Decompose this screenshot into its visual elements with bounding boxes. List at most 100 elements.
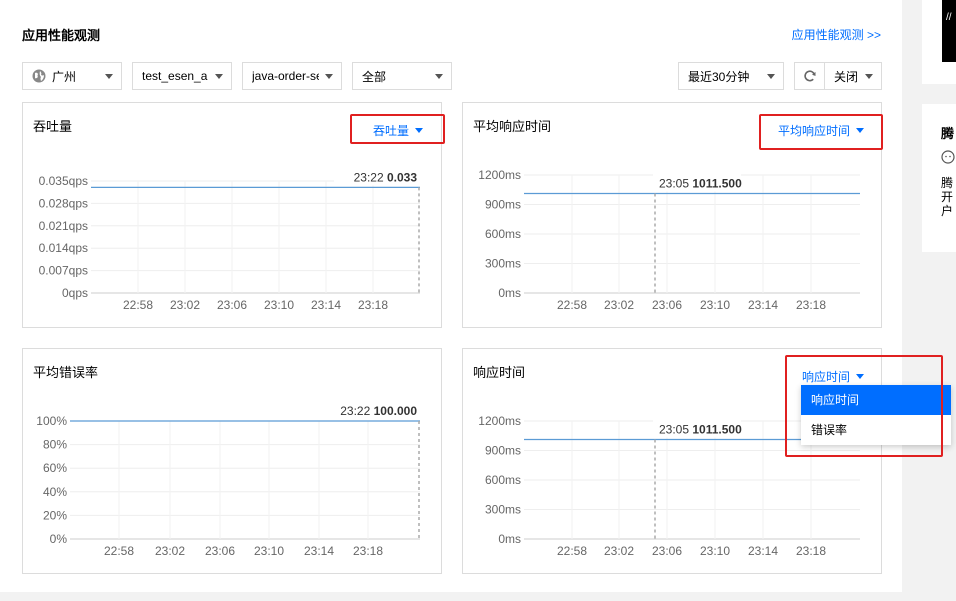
chevron-down-icon <box>105 73 113 79</box>
chevron-down-icon <box>435 73 443 79</box>
y-tick-label: 20% <box>43 508 67 522</box>
x-tick-label: 23:14 <box>748 298 778 312</box>
refresh-icon <box>803 70 815 82</box>
tooltip-value: 1011.500 <box>692 177 742 191</box>
chevron-down-icon <box>767 73 775 79</box>
y-tick-label: 0.035qps <box>39 174 88 188</box>
auto-refresh-value: 关闭 <box>834 69 859 84</box>
y-tick-label: 0.014qps <box>39 241 88 255</box>
service-value: java-order-se <box>252 69 319 83</box>
main-panel: 应用性能观测 应用性能观测 >> 广州 test_esen_a java-ord… <box>0 0 902 592</box>
service-select[interactable]: java-order-se <box>242 62 342 90</box>
banner-glyph: // <box>946 12 952 23</box>
tooltip-value: 1011.500 <box>692 423 742 437</box>
x-tick-label: 22:58 <box>557 298 587 312</box>
y-tick-label: 0ms <box>498 286 521 300</box>
y-tick-label: 600ms <box>485 473 521 487</box>
time-range-select[interactable]: 最近30分钟 <box>678 62 784 90</box>
apm-link[interactable]: 应用性能观测 >> <box>792 26 881 43</box>
chevron-down-icon <box>325 73 333 79</box>
x-tick-label: 23:18 <box>358 298 388 312</box>
tooltip-time: 23:22 <box>340 404 373 418</box>
right-panel-title: 腾 <box>941 126 955 141</box>
x-tick-label: 23:10 <box>700 544 730 558</box>
y-tick-label: 900ms <box>485 198 521 212</box>
right-panel-info: 腾 腾 开 户 <box>922 104 956 252</box>
chart-throughput: 0qps 0.007qps 0.014qps 0.021qps 0.028qps 0.03… <box>39 167 422 312</box>
y-tick-label: 600ms <box>485 227 521 241</box>
y-tick-label: 300ms <box>485 503 521 517</box>
globe-icon <box>32 69 46 83</box>
x-tick-label: 22:58 <box>104 544 134 558</box>
y-tick-label: 0.028qps <box>39 196 88 210</box>
auto-refresh-select[interactable]: 关闭 <box>824 62 882 90</box>
metric-dropdown-menu: 响应时间 错误率 <box>801 385 951 445</box>
x-tick-label: 23:06 <box>652 544 682 558</box>
tooltip-value: 100.000 <box>374 404 418 418</box>
x-tick-label: 23:02 <box>170 298 200 312</box>
y-tick-label: 60% <box>43 461 67 475</box>
y-tick-label: 300ms <box>485 257 521 271</box>
x-tick-label: 23:18 <box>796 544 826 558</box>
instance-value: test_esen_a <box>142 69 208 83</box>
time-range-value: 最近30分钟 <box>688 69 750 84</box>
y-tick-label: 80% <box>43 438 67 452</box>
tooltip-label: 23:05 1011.500 <box>659 423 742 437</box>
dropdown-option-response-time[interactable]: 响应时间 <box>801 385 951 415</box>
chart-card-response-time: 响应时间 响应时间 0ms 300ms 600ms 900ms 1200ms 22:58 2… <box>462 348 882 574</box>
x-tick-label: 23:10 <box>264 298 294 312</box>
x-tick-label: 23:18 <box>353 544 383 558</box>
dropdown-option-error-rate[interactable]: 错误率 <box>801 415 951 445</box>
tooltip-time: 23:05 <box>659 177 692 191</box>
right-panel-line: 腾 <box>941 176 954 190</box>
right-panel-line: 开 <box>941 190 954 204</box>
right-panel-top: // <box>922 0 956 84</box>
x-tick-label: 23:02 <box>604 298 634 312</box>
tooltip-time: 23:05 <box>659 423 692 437</box>
right-panel-text: 腾 开 户 <box>941 176 953 218</box>
x-tick-label: 23:18 <box>796 298 826 312</box>
y-tick-label: 0qps <box>62 286 88 300</box>
tooltip-label: 23:22 100.000 <box>340 404 417 418</box>
right-panel-line: 户 <box>941 204 954 218</box>
x-tick-label: 22:58 <box>557 544 587 558</box>
chat-icon <box>941 150 955 164</box>
y-tick-label: 100% <box>36 414 67 428</box>
tooltip-label: 23:05 1011.500 <box>659 177 742 191</box>
x-tick-label: 23:10 <box>700 298 730 312</box>
y-tick-label: 1200ms <box>478 414 521 428</box>
x-tick-label: 23:14 <box>311 298 341 312</box>
chevron-down-icon <box>215 73 223 79</box>
chart-card-error-rate: 平均错误率 0% 20% 40% 60% 80% 100% 22:58 23:02 23:06 2… <box>22 348 442 574</box>
y-tick-label: 0ms <box>498 532 521 546</box>
y-tick-label: 1200ms <box>478 168 521 182</box>
x-tick-label: 23:02 <box>155 544 185 558</box>
x-tick-label: 23:06 <box>652 298 682 312</box>
y-tick-label: 900ms <box>485 444 521 458</box>
chart-card-avg-response: 平均响应时间 平均响应时间 0ms 300ms 600ms 900ms 1200ms 22… <box>462 102 882 328</box>
refresh-button[interactable] <box>794 62 825 90</box>
x-tick-label: 22:58 <box>123 298 153 312</box>
x-tick-label: 23:10 <box>254 544 284 558</box>
y-tick-label: 0.007qps <box>39 264 88 278</box>
tooltip-time: 23:22 <box>354 170 387 184</box>
chevron-down-icon <box>865 73 873 79</box>
page-title: 应用性能观测 <box>22 28 101 43</box>
instance-select[interactable]: test_esen_a <box>132 62 232 90</box>
chart-response-time: 0ms 300ms 600ms 900ms 1200ms 22:58 23:02 23:06 2… <box>478 414 860 558</box>
chart-avg-response: 0ms 300ms 600ms 900ms 1200ms 22:58 23:02 23:06 2… <box>478 168 860 312</box>
x-tick-label: 23:02 <box>604 544 634 558</box>
x-tick-label: 23:14 <box>748 544 778 558</box>
y-tick-label: 0.021qps <box>39 219 88 233</box>
dark-banner: // <box>942 0 956 62</box>
scope-value: 全部 <box>362 69 387 84</box>
tooltip-label: 23:22 0.033 <box>354 170 418 184</box>
chart-error-rate: 0% 20% 40% 60% 80% 100% 22:58 23:02 23:06 23:10 23… <box>36 401 422 558</box>
region-value: 广州 <box>52 69 77 84</box>
y-tick-label: 40% <box>43 485 67 499</box>
x-tick-label: 23:06 <box>217 298 247 312</box>
scope-select[interactable]: 全部 <box>352 62 452 90</box>
chart-card-throughput: 吞吐量 吞吐量 0qps 0.007qps 0.014qps 0.021qps 0.02… <box>22 102 442 328</box>
x-tick-label: 23:14 <box>304 544 334 558</box>
region-select[interactable]: 广州 <box>22 62 122 90</box>
